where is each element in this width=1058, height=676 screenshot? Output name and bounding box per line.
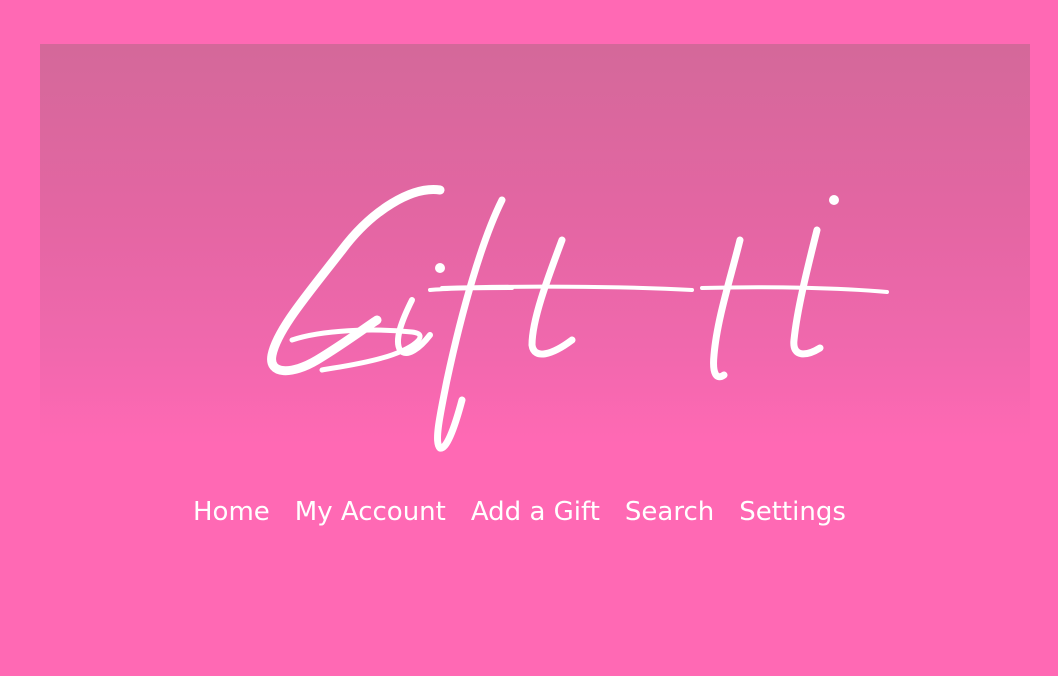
nav-add-gift-link[interactable]: Add a Gift <box>471 493 600 531</box>
nav-home-link[interactable]: Home <box>193 493 270 531</box>
gift-it-logo <box>262 180 902 460</box>
nav-my-account-link[interactable]: My Account <box>295 493 446 531</box>
nav-search-link[interactable]: Search <box>625 493 714 531</box>
nav-settings-link[interactable]: Settings <box>739 493 846 531</box>
main-nav: Home My Account Add a Gift Search Settin… <box>193 493 846 531</box>
